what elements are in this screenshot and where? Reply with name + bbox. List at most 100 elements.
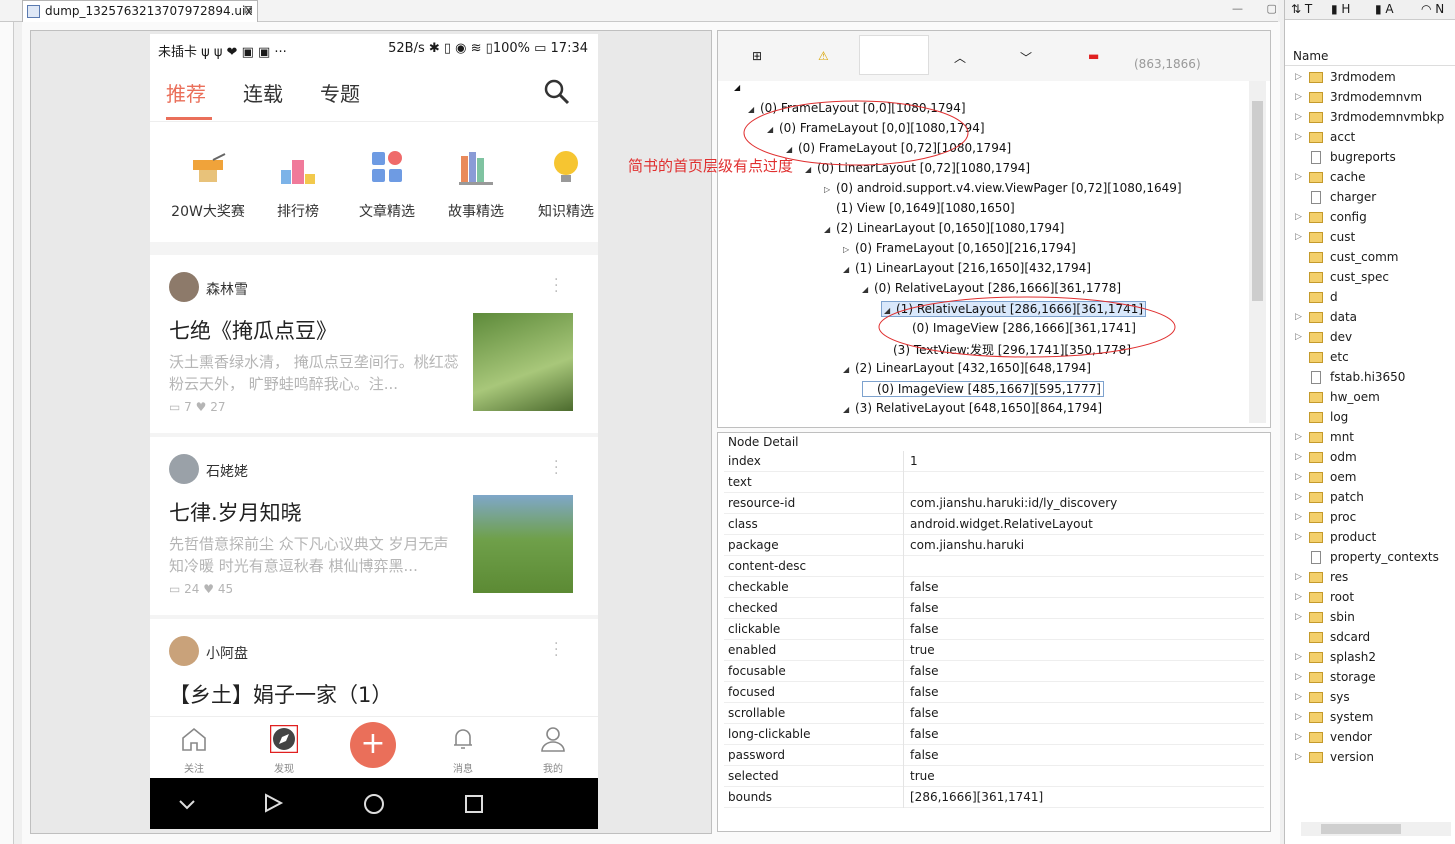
- nav-me[interactable]: 我的: [523, 723, 583, 775]
- expand-arrow-icon[interactable]: ▷: [1295, 432, 1302, 442]
- expand-arrow-icon[interactable]: ▷: [1295, 452, 1302, 462]
- file-list-item[interactable]: ▷ system: [1285, 710, 1455, 728]
- more-icon[interactable]: · · ·: [554, 273, 558, 299]
- article-card[interactable]: 石姥姥 · · · 七律.岁月知晓 先哲借意探前尘 众下凡心议典文 岁月无声知冷暖 …: [150, 437, 598, 615]
- tab-topics[interactable]: 专题: [320, 78, 360, 107]
- tab-recommend[interactable]: 推荐: [166, 78, 206, 107]
- file-list-item[interactable]: ▷ sbin: [1285, 610, 1455, 628]
- expand-arrow-icon[interactable]: ▷: [1295, 532, 1302, 542]
- warning-icon[interactable]: ⚠: [818, 49, 829, 63]
- expand-arrow-icon[interactable]: ▷: [1295, 672, 1302, 682]
- expand-arrow-icon[interactable]: ▷: [1295, 712, 1302, 722]
- tree-scrollbar[interactable]: [1249, 81, 1266, 423]
- file-list-item[interactable]: fstab.hi3650: [1285, 370, 1455, 388]
- tree-node[interactable]: (3) TextView:发现 [296,1741][350,1778]: [881, 341, 1131, 358]
- file-list-item[interactable]: charger: [1285, 190, 1455, 208]
- file-list-item[interactable]: ▷ product: [1285, 530, 1455, 548]
- collapse-arrow-icon[interactable]: ◢: [884, 306, 896, 315]
- file-list-item[interactable]: ▷ vendor: [1285, 730, 1455, 748]
- column-header-name[interactable]: Name: [1285, 46, 1455, 66]
- article-card[interactable]: 森林雪 · · · 七绝《掩瓜点豆》 沃土熏香绿水清， 掩瓜点豆垄间行。桃红蕊粉云天…: [150, 255, 598, 433]
- search-icon[interactable]: [543, 78, 571, 106]
- horizontal-scrollbar[interactable]: [1301, 822, 1451, 836]
- file-list-item[interactable]: ▷ storage: [1285, 670, 1455, 688]
- tree-node[interactable]: ◢ (0) FrameLayout [0,0][1080,1794]: [767, 121, 985, 135]
- tree-node[interactable]: ◢ (2) LinearLayout [0,1650][1080,1794]: [824, 221, 1064, 235]
- file-list-item[interactable]: log: [1285, 410, 1455, 428]
- file-list-item[interactable]: ▷ odm: [1285, 450, 1455, 468]
- file-list-item[interactable]: ▷ splash2: [1285, 650, 1455, 668]
- tree-node[interactable]: ◢ (0) FrameLayout [0,0][1080,1794]: [748, 101, 966, 115]
- expand-arrow-icon[interactable]: ▷: [1295, 752, 1302, 762]
- file-list-item[interactable]: ▷ proc: [1285, 510, 1455, 528]
- file-list-item[interactable]: ▷ dev: [1285, 330, 1455, 348]
- file-list-item[interactable]: hw_oem: [1285, 390, 1455, 408]
- more-icon[interactable]: · · ·: [554, 455, 558, 481]
- file-list-item[interactable]: ▷ config: [1285, 210, 1455, 228]
- tree-node[interactable]: ◢ (0) RelativeLayout [286,1666][361,1778]: [862, 281, 1121, 295]
- chevron-down-icon[interactable]: ﹀: [1020, 49, 1032, 66]
- file-list-item[interactable]: ▷ root: [1285, 590, 1455, 608]
- expand-arrow-icon[interactable]: ▷: [1295, 692, 1302, 702]
- tree-node[interactable]: ◢ (2) LinearLayout [432,1650][648,1794]: [843, 361, 1091, 375]
- expand-arrow-icon[interactable]: ▷: [1295, 572, 1302, 582]
- file-list-item[interactable]: cust_comm: [1285, 250, 1455, 268]
- tree-node[interactable]: ◢ (1) RelativeLayout [286,1666][361,1741]: [881, 301, 1147, 317]
- tree-node[interactable]: ◢ (0) LinearLayout [0,72][1080,1794]: [805, 161, 1030, 175]
- nav-discover[interactable]: 发现: [254, 723, 314, 775]
- expand-arrow-icon[interactable]: ▷: [1295, 732, 1302, 742]
- close-icon[interactable]: ⊠: [244, 3, 253, 16]
- collapse-arrow-icon[interactable]: ◢: [862, 285, 874, 294]
- file-list-item[interactable]: ▷ cust: [1285, 230, 1455, 248]
- expand-arrow-icon[interactable]: ▷: [1295, 332, 1302, 342]
- file-list-item[interactable]: ▷ sys: [1285, 690, 1455, 708]
- file-list-item[interactable]: ▷ res: [1285, 570, 1455, 588]
- hierarchy-tree[interactable]: ◢ (0) FrameLayout [0,0][1080,1794] ◢ (0) Fr…: [724, 81, 1254, 423]
- collapse-arrow-icon[interactable]: ◢: [843, 365, 855, 374]
- file-list-item[interactable]: ▷ 3rdmodemnvmbkp: [1285, 110, 1455, 128]
- file-list-item[interactable]: ▷ cache: [1285, 170, 1455, 188]
- expand-arrow-icon[interactable]: ▷: [1295, 232, 1302, 242]
- file-list-item[interactable]: ▷ 3rdmodemnvm: [1285, 90, 1455, 108]
- tree-node[interactable]: ◢ (1) LinearLayout [216,1650][432,1794]: [843, 261, 1091, 275]
- tree-node[interactable]: (1) View [0,1649][1080,1650]: [824, 201, 1015, 215]
- featured-contest[interactable]: 20W大奖赛: [163, 132, 253, 221]
- phone-screen[interactable]: 未插卡 ψ ψ ❤ ▣ ▣ ··· 52B/s ✱ ▯ ◉ ≋ ▯100% ▭ …: [150, 34, 598, 829]
- tree-node[interactable]: (0) ImageView [485,1667][595,1777]: [862, 381, 1104, 397]
- search-field[interactable]: [859, 35, 929, 75]
- heap-tab[interactable]: ▮ H: [1331, 2, 1350, 16]
- scrollbar-thumb[interactable]: [1252, 101, 1263, 301]
- nav-follow[interactable]: 关注: [164, 723, 224, 775]
- featured-articles[interactable]: 文章精选: [342, 132, 432, 221]
- write-fab-button[interactable]: +: [350, 722, 396, 768]
- threads-tab[interactable]: ⇅ T: [1291, 2, 1312, 16]
- nav-messages[interactable]: 消息: [433, 723, 493, 775]
- collapse-arrow-icon[interactable]: ◢: [734, 83, 740, 92]
- collapse-arrow-icon[interactable]: ◢: [843, 405, 855, 414]
- featured-ranking[interactable]: 排行榜: [253, 132, 343, 221]
- file-list-item[interactable]: cust_spec: [1285, 270, 1455, 288]
- expand-arrow-icon[interactable]: ▷: [1295, 312, 1302, 322]
- scrollbar-thumb[interactable]: [1321, 824, 1401, 834]
- file-list-item[interactable]: bugreports: [1285, 150, 1455, 168]
- expand-arrow-icon[interactable]: ▷: [1295, 132, 1302, 142]
- file-list-item[interactable]: ▷ acct: [1285, 130, 1455, 148]
- file-list-item[interactable]: etc: [1285, 350, 1455, 368]
- android-nav-icons[interactable]: [150, 778, 598, 829]
- file-list-item[interactable]: ▷ data: [1285, 310, 1455, 328]
- featured-knowledge[interactable]: 知识精选: [521, 132, 598, 221]
- chevron-up-icon[interactable]: ︿: [954, 49, 966, 66]
- expand-arrow-icon[interactable]: ▷: [1295, 92, 1302, 102]
- collapse-arrow-icon[interactable]: ◢: [786, 145, 798, 154]
- expand-arrow-icon[interactable]: ▷: [1295, 592, 1302, 602]
- file-list-item[interactable]: ▷ patch: [1285, 490, 1455, 508]
- expand-arrow-icon[interactable]: ▷: [1295, 72, 1302, 82]
- tree-node[interactable]: ◢ (0) FrameLayout [0,72][1080,1794]: [786, 141, 1011, 155]
- collapse-arrow-icon[interactable]: ◢: [748, 105, 760, 114]
- collapse-arrow-icon[interactable]: ◢: [843, 265, 855, 274]
- file-list-item[interactable]: ▷ version: [1285, 750, 1455, 768]
- tab-serial[interactable]: 连载: [243, 78, 283, 107]
- expand-arrow-icon[interactable]: ▷: [824, 185, 836, 194]
- collapse-arrow-icon[interactable]: ◢: [824, 225, 836, 234]
- tree-node[interactable]: ◢ (3) RelativeLayout [648,1650][864,1794]: [843, 401, 1102, 415]
